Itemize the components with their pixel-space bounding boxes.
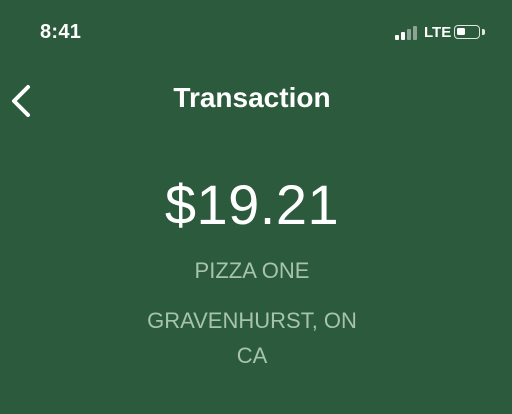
- status-time: 8:41: [40, 21, 82, 43]
- network-type-label: LTE: [424, 24, 452, 41]
- transaction-amount: $19.21: [164, 173, 340, 236]
- battery-icon: [454, 25, 480, 39]
- navigation-bar: Transaction: [0, 70, 512, 130]
- signal-bar: [413, 26, 417, 40]
- status-bar: 8:41 LTE: [0, 0, 512, 60]
- cellular-signal-icon: [395, 26, 419, 40]
- battery-level-fill: [457, 28, 465, 35]
- signal-bar: [407, 29, 411, 40]
- signal-bar: [401, 32, 405, 40]
- battery-terminal: [482, 29, 485, 35]
- merchant-location-country: CA: [236, 343, 268, 368]
- page-title: Transaction: [173, 82, 331, 113]
- merchant-location-city: GRAVENHURST, ON: [147, 308, 357, 333]
- merchant-name: PIZZA ONE: [194, 258, 310, 283]
- signal-bar: [395, 35, 399, 40]
